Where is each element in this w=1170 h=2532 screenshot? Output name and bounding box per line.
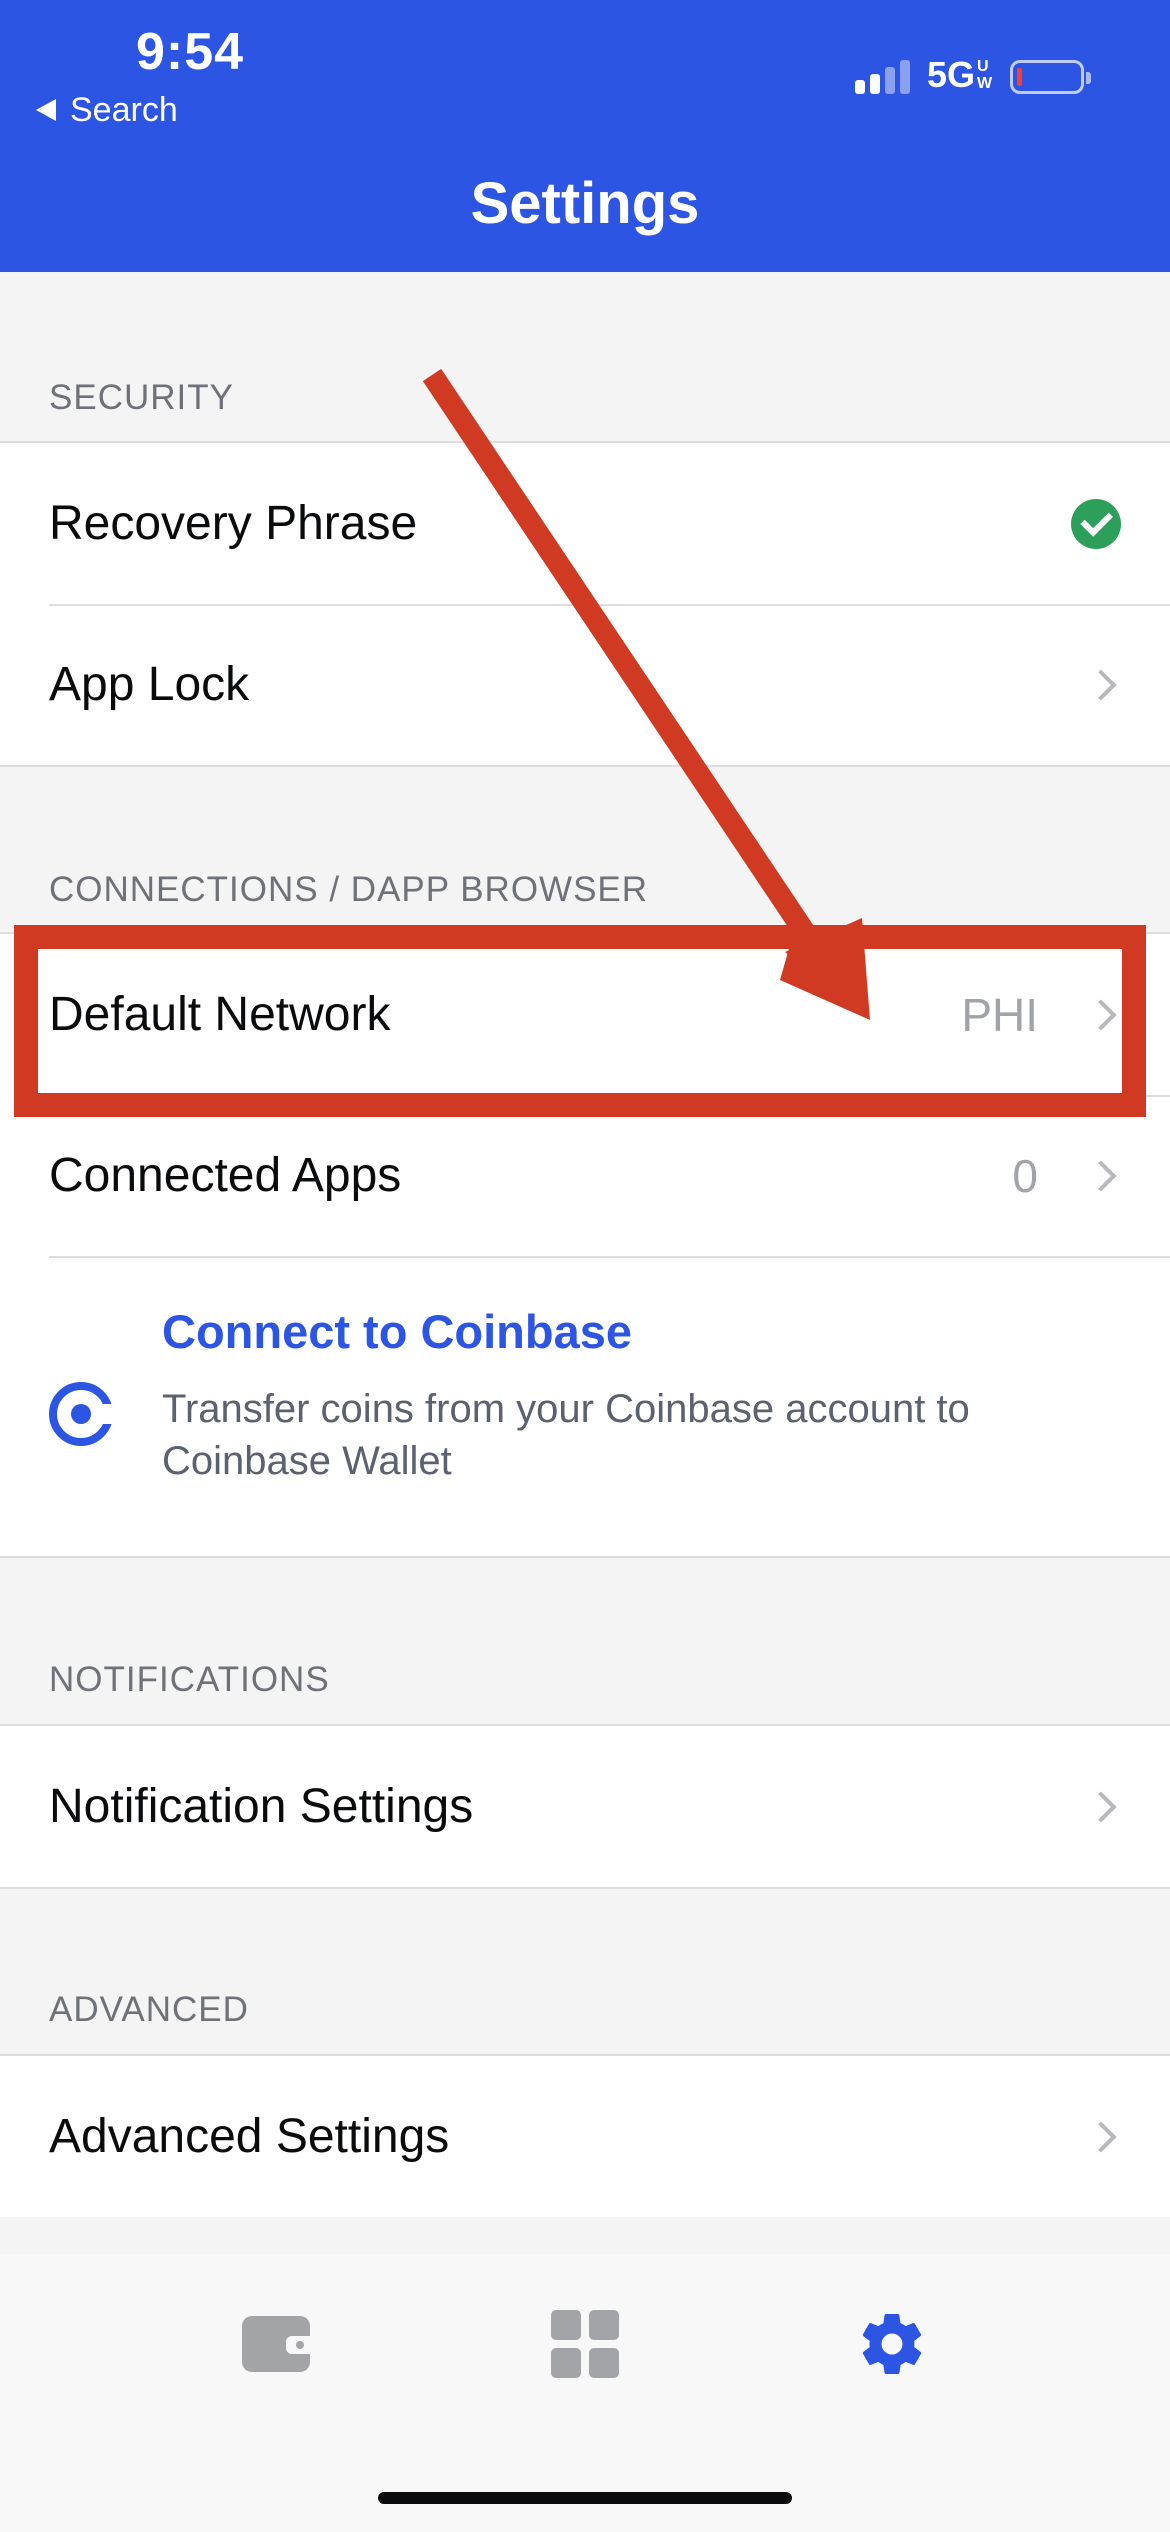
bottom-tab-bar [0, 2254, 1170, 2532]
advanced-settings-label: Advanced Settings [49, 2110, 450, 2163]
connect-coinbase-title: Connect to Coinbase [162, 1305, 633, 1358]
section-header-notifications: NOTIFICATIONS [49, 1660, 330, 1699]
tab-settings[interactable] [852, 2304, 932, 2384]
connected-apps-count: 0 [1012, 1149, 1038, 1202]
chevron-right-icon [1085, 1159, 1117, 1192]
connected-apps-label: Connected Apps [49, 1149, 402, 1202]
section-header-advanced: ADVANCED [49, 1990, 249, 2029]
gear-icon [862, 2314, 922, 2375]
notifications-group: Notification Settings [0, 1724, 1170, 1889]
connect-coinbase-description: Transfer coins from your Coinbase accoun… [162, 1387, 970, 1483]
wallet-icon [242, 2316, 310, 2372]
advanced-group: Advanced Settings [0, 2054, 1170, 2217]
home-indicator[interactable] [378, 2492, 792, 2504]
grid-icon [551, 2310, 619, 2378]
coinbase-logo-icon [49, 1382, 115, 1446]
advanced-settings-row[interactable]: Advanced Settings [0, 2056, 1170, 2217]
chevron-right-icon [1085, 2120, 1117, 2153]
annotation-arrow [422, 368, 870, 1020]
chevron-right-icon [1085, 1790, 1117, 1823]
notification-settings-row[interactable]: Notification Settings [0, 1726, 1170, 1887]
notification-settings-label: Notification Settings [49, 1780, 474, 1833]
connected-apps-row[interactable]: Connected Apps 0 [0, 1095, 1170, 1256]
tab-wallet[interactable] [236, 2304, 316, 2384]
tab-apps[interactable] [545, 2304, 625, 2384]
connect-to-coinbase-row[interactable]: Connect to Coinbase Transfer coins from … [0, 1256, 1170, 1556]
